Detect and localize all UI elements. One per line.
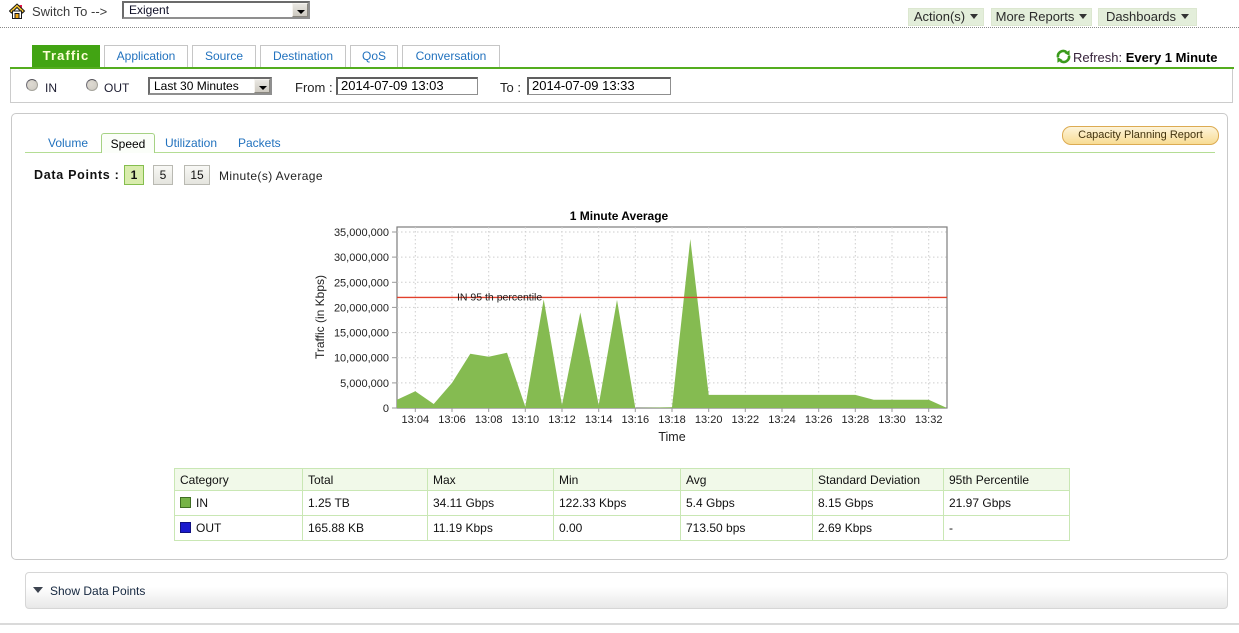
svg-text:13:08: 13:08 bbox=[475, 414, 503, 426]
svg-text:13:26: 13:26 bbox=[805, 414, 833, 426]
svg-text:13:14: 13:14 bbox=[585, 414, 613, 426]
svg-text:5,000,000: 5,000,000 bbox=[340, 378, 389, 390]
svg-text:35,000,000: 35,000,000 bbox=[334, 227, 389, 239]
svg-text:13:12: 13:12 bbox=[548, 414, 576, 426]
svg-text:13:06: 13:06 bbox=[438, 414, 466, 426]
svg-text:1 Minute Average: 1 Minute Average bbox=[570, 209, 669, 223]
svg-text:13:22: 13:22 bbox=[732, 414, 760, 426]
svg-text:13:04: 13:04 bbox=[402, 414, 430, 426]
svg-text:Traffic (in Kbps): Traffic (in Kbps) bbox=[313, 275, 327, 359]
svg-text:13:16: 13:16 bbox=[622, 414, 650, 426]
svg-text:13:18: 13:18 bbox=[658, 414, 686, 426]
svg-text:13:20: 13:20 bbox=[695, 414, 723, 426]
svg-text:13:24: 13:24 bbox=[768, 414, 796, 426]
svg-text:13:28: 13:28 bbox=[842, 414, 870, 426]
svg-text:20,000,000: 20,000,000 bbox=[334, 302, 389, 314]
svg-text:13:30: 13:30 bbox=[878, 414, 906, 426]
svg-text:25,000,000: 25,000,000 bbox=[334, 277, 389, 289]
svg-text:30,000,000: 30,000,000 bbox=[334, 252, 389, 264]
svg-text:Time: Time bbox=[658, 430, 685, 444]
svg-text:13:32: 13:32 bbox=[915, 414, 943, 426]
svg-text:IN 95 th percentile: IN 95 th percentile bbox=[457, 292, 542, 304]
svg-text:0: 0 bbox=[383, 403, 389, 415]
svg-text:15,000,000: 15,000,000 bbox=[334, 328, 389, 340]
svg-text:10,000,000: 10,000,000 bbox=[334, 353, 389, 365]
svg-text:13:10: 13:10 bbox=[512, 414, 540, 426]
